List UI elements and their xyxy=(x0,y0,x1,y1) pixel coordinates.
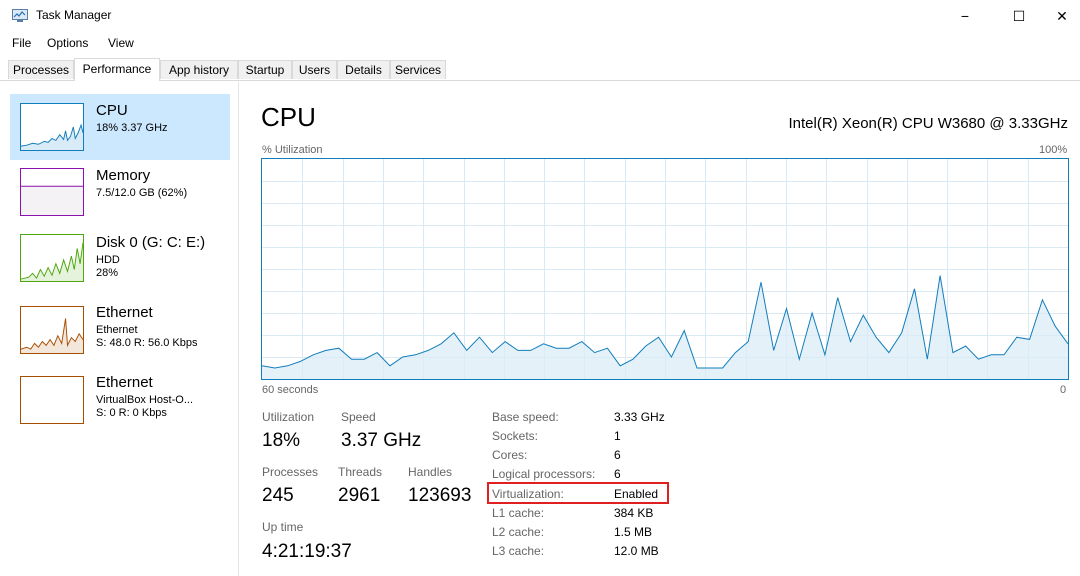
memory-mini-graph xyxy=(20,168,84,216)
tab-strip: Processes Performance App history Startu… xyxy=(0,58,1080,81)
l2-cache-value: 1.5 MB xyxy=(614,525,653,539)
task-manager-icon xyxy=(12,9,28,22)
sidebar-memory-detail: 7.5/12.0 GB (62%) xyxy=(96,187,188,199)
cpu-utilization-graph xyxy=(261,158,1069,380)
l1-cache-label: L1 cache: xyxy=(492,506,545,520)
speed-value: 3.37 GHz xyxy=(341,430,422,451)
sidebar-ethernet-adapter: Ethernet xyxy=(96,324,138,336)
ethernet-virtualbox-mini-graph xyxy=(20,376,84,424)
virtualization-highlight-box xyxy=(487,482,669,504)
handles-value: 123693 xyxy=(408,485,472,506)
menu-options[interactable]: Options xyxy=(47,36,88,50)
sidebar-item-ethernet[interactable]: Ethernet Ethernet S: 48.0 R: 56.0 Kbps xyxy=(10,304,230,370)
l2-cache-label: L2 cache: xyxy=(492,525,545,539)
sidebar-ethernet-virtualbox-adapter: VirtualBox Host-O... xyxy=(96,394,193,406)
window-title: Task Manager xyxy=(36,8,112,22)
maximize-button[interactable]: ☐ xyxy=(996,0,1042,32)
sidebar-ethernet-virtualbox-title: Ethernet xyxy=(96,374,153,391)
sidebar-memory-title: Memory xyxy=(96,167,151,184)
sidebar-item-memory[interactable]: Memory 7.5/12.0 GB (62%) xyxy=(10,164,230,230)
graph-y-max: 100% xyxy=(1039,144,1068,156)
close-button[interactable]: ✕ xyxy=(1044,0,1080,32)
sockets-label: Sockets: xyxy=(492,429,539,443)
l1-cache-value: 384 KB xyxy=(614,506,654,520)
l3-cache-label: L3 cache: xyxy=(492,544,545,558)
utilization-value: 18% xyxy=(262,430,301,451)
sidebar-disk-type: HDD xyxy=(96,254,120,266)
tab-details[interactable]: Details xyxy=(337,60,390,79)
tab-performance[interactable]: Performance xyxy=(74,58,160,81)
sidebar-ethernet-title: Ethernet xyxy=(96,304,153,321)
sidebar-cpu-title: CPU xyxy=(96,102,128,119)
sidebar-disk-title: Disk 0 (G: C: E:) xyxy=(96,234,206,251)
sidebar: CPU 18% 3.37 GHz Memory 7.5/12.0 GB (62%… xyxy=(0,82,239,576)
threads-value: 2961 xyxy=(338,485,381,506)
sidebar-item-ethernet-virtualbox[interactable]: Ethernet VirtualBox Host-O... S: 0 R: 0 … xyxy=(10,374,230,440)
cpu-mini-graph xyxy=(20,103,84,151)
title-bar: Task Manager − ☐ ✕ xyxy=(0,0,1080,32)
menu-view[interactable]: View xyxy=(108,36,134,50)
cores-value: 6 xyxy=(614,448,621,462)
sidebar-ethernet-virtualbox-throughput: S: 0 R: 0 Kbps xyxy=(96,407,167,419)
uptime-label: Up time xyxy=(262,520,304,534)
threads-label: Threads xyxy=(338,465,383,479)
disk-mini-graph xyxy=(20,234,84,282)
sockets-value: 1 xyxy=(614,429,621,443)
handles-label: Handles xyxy=(408,465,453,479)
sidebar-item-cpu[interactable]: CPU 18% 3.37 GHz xyxy=(10,94,230,160)
ethernet-mini-graph xyxy=(20,306,84,354)
logical-processors-value: 6 xyxy=(614,467,621,481)
menu-file[interactable]: File xyxy=(12,36,31,50)
cpu-graph-svg xyxy=(261,159,1069,379)
l3-cache-value: 12.0 MB xyxy=(614,544,659,558)
sidebar-disk-usage: 28% xyxy=(96,267,119,279)
logical-processors-label: Logical processors: xyxy=(492,467,596,481)
tab-services[interactable]: Services xyxy=(390,60,446,79)
processes-value: 245 xyxy=(262,485,294,506)
sidebar-cpu-detail: 18% 3.37 GHz xyxy=(96,122,168,134)
graph-time-span: 60 seconds xyxy=(262,384,319,396)
base-speed-value: 3.33 GHz xyxy=(614,410,665,424)
sidebar-item-disk[interactable]: Disk 0 (G: C: E:) HDD 28% xyxy=(10,234,230,300)
base-speed-label: Base speed: xyxy=(492,410,559,424)
page-title: CPU xyxy=(261,102,316,132)
tab-app-history[interactable]: App history xyxy=(160,60,238,79)
cpu-model-name: Intel(R) Xeon(R) CPU W3680 @ 3.33GHz xyxy=(788,115,1069,132)
cores-label: Cores: xyxy=(492,448,528,462)
tab-startup[interactable]: Startup xyxy=(238,60,292,79)
minimize-button[interactable]: − xyxy=(942,0,988,32)
sidebar-ethernet-throughput: S: 48.0 R: 56.0 Kbps xyxy=(96,337,198,349)
speed-label: Speed xyxy=(341,410,376,424)
tab-processes[interactable]: Processes xyxy=(8,60,74,79)
utilization-label: Utilization xyxy=(262,410,315,424)
uptime-value: 4:21:19:37 xyxy=(262,541,352,562)
graph-time-zero: 0 xyxy=(1060,384,1067,396)
processes-label: Processes xyxy=(262,465,319,479)
graph-y-label: % Utilization xyxy=(262,144,323,156)
tab-users[interactable]: Users xyxy=(292,60,337,79)
